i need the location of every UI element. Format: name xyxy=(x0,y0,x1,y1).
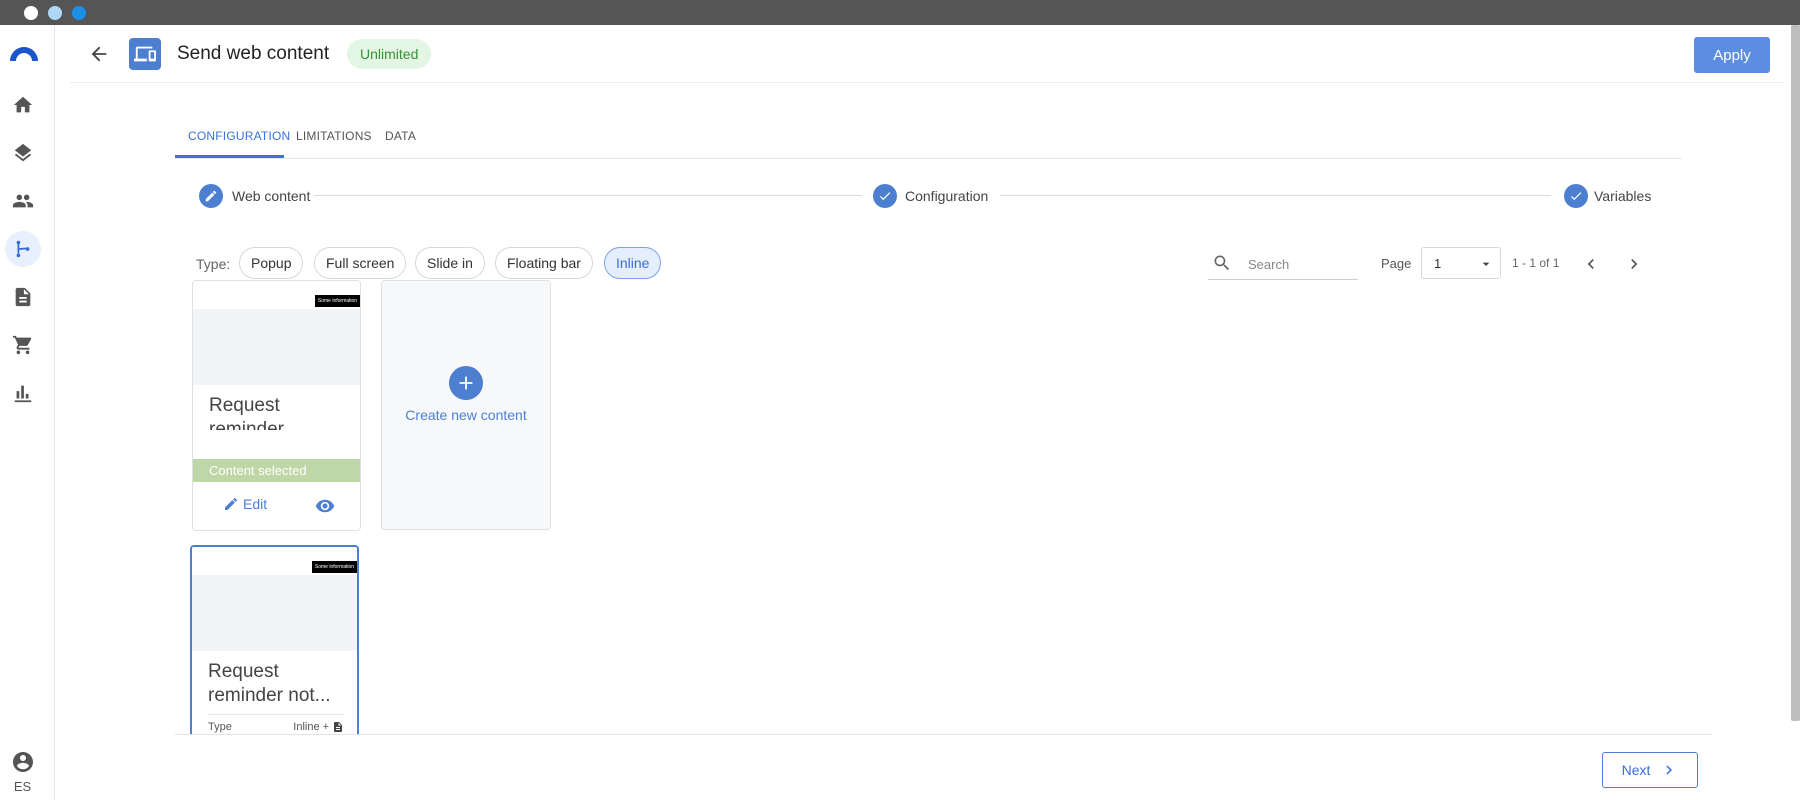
create-new-content-label: Create new content xyxy=(405,407,527,423)
step-variables-marker[interactable] xyxy=(1564,184,1588,208)
type-filter-label: Type: xyxy=(196,256,231,272)
card-title: Request reminder not... xyxy=(208,661,331,706)
flow-icon xyxy=(16,240,30,258)
content-card[interactable]: Some information Request reminder Conten… xyxy=(192,280,361,531)
chip-full-screen[interactable]: Full screen xyxy=(314,247,407,279)
window-close-button[interactable] xyxy=(24,6,38,20)
chevron-left-icon xyxy=(1587,259,1594,269)
document-icon xyxy=(334,722,342,732)
chip-slide-in[interactable]: Slide in xyxy=(415,247,485,279)
chevron-right-icon xyxy=(1631,259,1638,269)
sidebar-item-cart[interactable] xyxy=(11,333,35,357)
card-thumbnail: Some information xyxy=(192,547,357,651)
devices-icon xyxy=(134,46,156,62)
active-tab-indicator xyxy=(175,155,284,158)
chip-popup[interactable]: Popup xyxy=(239,247,304,279)
tab-bar: CONFIGURATION LIMITATIONS DATA xyxy=(175,112,1682,159)
chip-inline[interactable]: Inline xyxy=(604,247,662,279)
account-icon xyxy=(13,752,33,772)
page-select-value: 1 xyxy=(1434,256,1442,271)
card-meta-value: Inline + xyxy=(293,721,344,733)
next-button[interactable]: Next xyxy=(1602,752,1698,788)
previous-page-button[interactable] xyxy=(1579,252,1603,276)
step-web-content-label: Web content xyxy=(232,188,311,204)
card-thumbnail: Some information xyxy=(193,281,360,385)
step-configuration-marker[interactable] xyxy=(873,184,897,208)
search-input[interactable] xyxy=(1248,254,1353,274)
search-field xyxy=(1208,248,1358,280)
card-actions: Edit xyxy=(193,482,360,530)
plus-icon xyxy=(459,376,473,390)
content-card[interactable]: Some information Request reminder not...… xyxy=(190,545,359,735)
chart-icon xyxy=(14,385,32,403)
add-content-button[interactable] xyxy=(449,366,483,400)
stepper: Web content Configuration Variables xyxy=(198,184,1651,208)
check-icon xyxy=(1570,192,1582,201)
pencil-icon xyxy=(225,497,238,510)
eye-icon xyxy=(315,499,335,513)
sidebar-item-documents[interactable] xyxy=(11,285,35,309)
step-variables-label: Variables xyxy=(1594,188,1652,204)
pencil-icon xyxy=(205,190,217,202)
chevron-right-icon xyxy=(1666,765,1673,775)
tab-limitations[interactable]: LIMITATIONS xyxy=(296,129,372,143)
next-button-label: Next xyxy=(1621,762,1651,778)
users-icon xyxy=(12,194,34,208)
card-meta-label: Type xyxy=(208,721,232,733)
back-button[interactable] xyxy=(86,41,112,67)
sidebar-item-users[interactable] xyxy=(11,189,35,213)
plus-icon: + xyxy=(322,721,329,733)
search-icon xyxy=(1214,255,1230,271)
profile-button[interactable] xyxy=(11,750,35,774)
preview-button[interactable] xyxy=(314,496,336,516)
edit-button-label: Edit xyxy=(243,496,268,512)
sidebar-item-reports[interactable] xyxy=(11,381,35,405)
page-header: Send web content Unlimited Apply xyxy=(70,25,1785,83)
sidebar-item-home[interactable] xyxy=(11,93,35,117)
tab-configuration[interactable]: CONFIGURATION xyxy=(188,129,290,143)
create-new-content-card[interactable]: Create new content xyxy=(381,280,551,530)
window-titlebar xyxy=(0,0,1800,25)
content-selected-banner: Content selected xyxy=(193,459,360,482)
web-content-icon-badge xyxy=(129,38,161,70)
thumbnail-banner: Some information xyxy=(312,561,357,573)
app-logo-icon[interactable] xyxy=(8,41,40,63)
home-icon xyxy=(13,96,33,113)
card-meta-row: Type Inline + xyxy=(208,714,344,733)
pagination-range: 1 - 1 of 1 xyxy=(1512,256,1560,270)
check-icon xyxy=(879,192,891,201)
tab-data[interactable]: DATA xyxy=(385,129,416,143)
card-title: Request reminder xyxy=(209,395,284,430)
edit-button[interactable]: Edit xyxy=(223,496,267,512)
card-type-value: Inline xyxy=(293,721,320,733)
step-configuration-label: Configuration xyxy=(905,188,989,204)
footer-divider xyxy=(175,734,1712,735)
window-maximize-button[interactable] xyxy=(72,6,86,20)
sidebar-item-layers[interactable] xyxy=(11,141,35,165)
document-icon xyxy=(15,287,31,307)
thumbnail-banner: Some information xyxy=(315,295,360,307)
page-label: Page xyxy=(1381,256,1412,271)
caret-down-icon xyxy=(1482,262,1490,266)
next-page-button[interactable] xyxy=(1622,252,1646,276)
cart-icon xyxy=(12,335,32,355)
page-scrollbar[interactable] xyxy=(1791,25,1800,721)
language-indicator[interactable]: ES xyxy=(0,779,45,794)
status-badge: Unlimited xyxy=(347,39,432,69)
sidebar-item-flows[interactable] xyxy=(5,231,41,267)
page-select[interactable]: 1 xyxy=(1421,247,1501,279)
apply-button[interactable]: Apply xyxy=(1694,37,1770,73)
step-connector xyxy=(1000,195,1551,196)
arrow-left-icon xyxy=(91,46,107,62)
step-connector xyxy=(314,195,862,196)
page-title: Send web content xyxy=(177,43,330,64)
sidebar: ES xyxy=(0,25,55,800)
layers-icon xyxy=(14,143,32,162)
step-web-content-marker[interactable] xyxy=(199,184,223,208)
chip-floating-bar[interactable]: Floating bar xyxy=(495,247,593,279)
window-minimize-button[interactable] xyxy=(48,6,62,20)
